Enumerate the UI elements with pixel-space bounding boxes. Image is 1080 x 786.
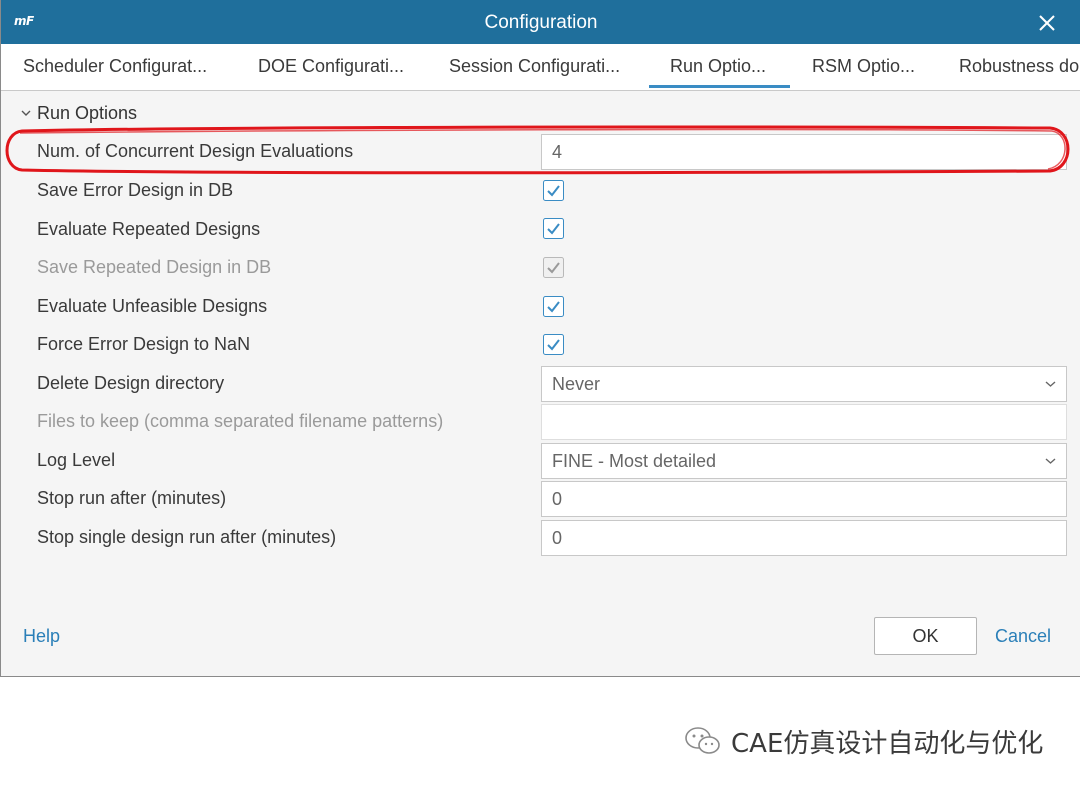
tab-run-options[interactable]: Run Optio... (670, 56, 766, 77)
evaluate-unfeasible-designs-label: Evaluate Unfeasible Designs (37, 296, 268, 316)
tab-bar: Scheduler Configurat... DOE Configurati.… (1, 44, 1080, 91)
section-title-run-options: Run Options (37, 103, 138, 123)
chevron-down-icon (1045, 381, 1056, 387)
window-title: Configuration (484, 12, 598, 33)
tab-doe-configuration[interactable]: DOE Configurati... (258, 56, 404, 77)
log-level-select[interactable]: FINE - Most detailed (541, 443, 1067, 479)
configuration-dialog: mF Configuration Scheduler Configurat...… (0, 0, 1080, 677)
log-level-value: FINE - Most detailed (552, 451, 717, 471)
concurrent-evaluations-label: Num. of Concurrent Design Evaluations (37, 141, 354, 161)
active-tab-indicator (649, 85, 790, 88)
evaluate-repeated-designs-label: Evaluate Repeated Designs (37, 219, 261, 239)
save-repeated-design-checkbox (543, 257, 564, 278)
force-error-nan-checkbox[interactable] (543, 334, 564, 355)
wechat-icon (685, 727, 720, 754)
concurrent-evaluations-input[interactable]: 4 (541, 134, 1067, 170)
stop-single-design-label: Stop single design run after (minutes) (37, 527, 337, 547)
tab-rsm-options[interactable]: RSM Optio... (812, 56, 915, 77)
chevron-down-icon[interactable] (20, 108, 32, 118)
delete-design-directory-label: Delete Design directory (37, 373, 225, 393)
stop-single-design-input[interactable]: 0 (541, 520, 1067, 556)
close-button[interactable] (1032, 8, 1062, 38)
files-to-keep-label: Files to keep (comma separated filename … (37, 411, 444, 431)
tab-scheduler-configuration[interactable]: Scheduler Configurat... (23, 56, 207, 77)
close-icon (1039, 15, 1055, 31)
stop-run-after-label: Stop run after (minutes) (37, 488, 227, 508)
save-repeated-design-label: Save Repeated Design in DB (37, 257, 272, 277)
title-bar: mF Configuration (1, 0, 1080, 44)
tab-session-configuration[interactable]: Session Configurati... (449, 56, 620, 77)
watermark-text: CAE仿真设计自动化与优化 (731, 728, 1044, 759)
delete-design-directory-select[interactable]: Never (541, 366, 1067, 402)
log-level-label: Log Level (37, 450, 116, 470)
stop-run-after-input[interactable]: 0 (541, 481, 1067, 517)
files-to-keep-input (541, 404, 1067, 440)
watermark: CAE仿真设计自动化与优化 (683, 723, 1043, 759)
evaluate-unfeasible-designs-checkbox[interactable] (543, 296, 564, 317)
ok-button[interactable]: OK (874, 617, 977, 655)
cancel-button[interactable]: Cancel (995, 626, 1051, 647)
evaluate-repeated-designs-checkbox[interactable] (543, 218, 564, 239)
save-error-design-checkbox[interactable] (543, 180, 564, 201)
tab-robustness[interactable]: Robustness do (959, 56, 1079, 77)
chevron-down-icon (1045, 458, 1056, 464)
force-error-nan-label: Force Error Design to NaN (37, 334, 251, 354)
delete-design-directory-value: Never (552, 374, 601, 394)
help-link[interactable]: Help (23, 626, 60, 647)
save-error-design-label: Save Error Design in DB (37, 180, 234, 200)
